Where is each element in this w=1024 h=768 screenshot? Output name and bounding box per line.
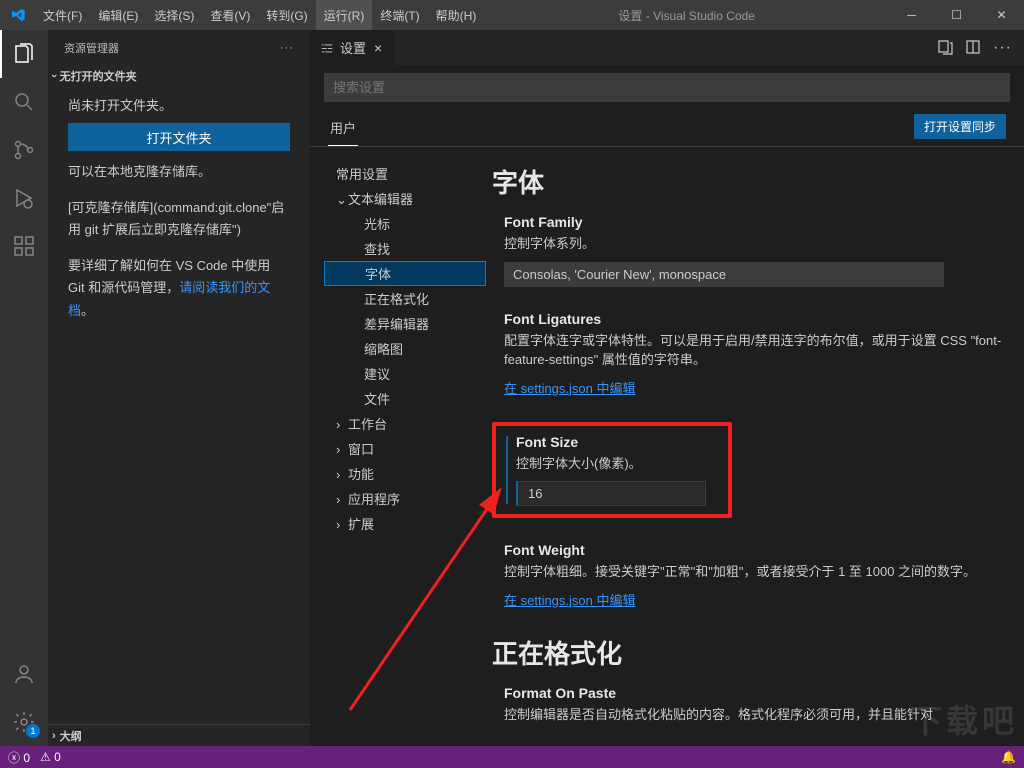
no-folder-header[interactable]: 无打开的文件夹: [48, 65, 310, 87]
status-warnings[interactable]: ⚠ 0: [40, 750, 61, 764]
menu-selection[interactable]: 选择(S): [146, 0, 202, 30]
font-size-input[interactable]: [516, 481, 706, 506]
vscode-logo-icon: [0, 7, 35, 23]
open-settings-json-icon[interactable]: [937, 39, 953, 57]
setting-title: Font Size: [516, 434, 718, 450]
setting-desc: 控制字体系列。: [504, 234, 1004, 254]
setting-desc: 控制字体粗细。接受关键字"正常"和"加粗"，或者接受介于 1 至 1000 之间…: [504, 562, 1004, 582]
menu-run[interactable]: 运行(R): [316, 0, 373, 30]
setting-desc: 配置字体连字或字体特性。可以是用于启用/禁用连字的布尔值，或用于设置 CSS "…: [504, 331, 1004, 370]
setting-title: Font Family: [504, 214, 1004, 230]
toc-workbench[interactable]: ›工作台: [324, 411, 486, 436]
settings-scope-tabs: 用户 打开设置同步: [310, 102, 1024, 147]
setting-title: Format On Paste: [504, 685, 1004, 701]
toc-cursor[interactable]: 光标: [324, 211, 486, 236]
menu-bar: 文件(F) 编辑(E) 选择(S) 查看(V) 转到(G) 运行(R) 终端(T…: [35, 0, 484, 30]
toc-find[interactable]: 查找: [324, 236, 486, 261]
minimize-button[interactable]: ─: [889, 0, 934, 30]
source-control-icon[interactable]: [0, 126, 48, 174]
setting-desc: 控制编辑器是否自动格式化粘贴的内容。格式化程序必须可用，并且能针对: [504, 705, 1004, 725]
menu-view[interactable]: 查看(V): [202, 0, 258, 30]
explorer-icon[interactable]: [0, 30, 48, 78]
settings-search: [324, 73, 1010, 102]
scope-user-tab[interactable]: 用户: [328, 112, 358, 146]
toc-extensions[interactable]: ›扩展: [324, 511, 486, 536]
toc-window[interactable]: ›窗口: [324, 436, 486, 461]
toc-font[interactable]: 字体: [324, 261, 486, 286]
setting-format-on-paste: Format On Paste 控制编辑器是否自动格式化粘贴的内容。格式化程序必…: [492, 685, 1004, 725]
menu-go[interactable]: 转到(G): [258, 0, 315, 30]
edit-in-json-link[interactable]: 在 settings.json 中编辑: [504, 593, 636, 608]
open-folder-button[interactable]: 打开文件夹: [68, 123, 290, 151]
tab-bar: 设置 × ···: [310, 30, 1024, 65]
edit-in-json-link[interactable]: 在 settings.json 中编辑: [504, 381, 636, 396]
sidebar-more-icon[interactable]: ···: [280, 42, 294, 54]
update-badge: 1: [26, 724, 40, 738]
section-font-heading: 字体: [492, 163, 1004, 200]
setting-font-ligatures: Font Ligatures 配置字体连字或字体特性。可以是用于启用/禁用连字的…: [492, 311, 1004, 398]
split-editor-icon[interactable]: [965, 39, 981, 57]
toc-common[interactable]: 常用设置: [324, 161, 486, 186]
no-folder-message: 尚未打开文件夹。: [68, 95, 290, 117]
font-family-input[interactable]: [504, 262, 944, 287]
sidebar-title: 资源管理器 ···: [48, 30, 310, 65]
toc-text-editor[interactable]: ⌄文本编辑器: [324, 186, 486, 211]
titlebar: 文件(F) 编辑(E) 选择(S) 查看(V) 转到(G) 运行(R) 终端(T…: [0, 0, 1024, 30]
run-debug-icon[interactable]: [0, 174, 48, 222]
toc-diff[interactable]: 差异编辑器: [324, 311, 486, 336]
close-button[interactable]: ✕: [979, 0, 1024, 30]
toc-formatting[interactable]: 正在格式化: [324, 286, 486, 311]
settings-tab-icon: [320, 41, 334, 55]
search-input[interactable]: [324, 73, 1010, 102]
activity-bar: 1: [0, 30, 48, 746]
tab-label: 设置: [340, 38, 366, 57]
explorer-sidebar: 资源管理器 ··· 无打开的文件夹 尚未打开文件夹。 打开文件夹 可以在本地克隆…: [48, 30, 310, 746]
notifications-icon[interactable]: 🔔: [1001, 750, 1016, 764]
toc-features[interactable]: ›功能: [324, 461, 486, 486]
editor-more-icon[interactable]: ···: [993, 39, 1012, 57]
docs-hint: 要详细了解如何在 VS Code 中使用 Git 和源代码管理，请阅读我们的文档…: [68, 255, 290, 321]
setting-font-size: Font Size 控制字体大小(像素)。: [492, 422, 732, 519]
outline-header[interactable]: 大纲: [48, 724, 310, 746]
setting-font-family: Font Family 控制字体系列。: [492, 214, 1004, 287]
extensions-icon[interactable]: [0, 222, 48, 270]
maximize-button[interactable]: ☐: [934, 0, 979, 30]
section-formatting-heading: 正在格式化: [492, 634, 1004, 671]
window-title: 设置 - Visual Studio Code: [484, 7, 889, 24]
toc-application[interactable]: ›应用程序: [324, 486, 486, 511]
clone-command-text: [可克隆存储库](command:git.clone"启用 git 扩展后立即克…: [68, 197, 290, 241]
tab-close-icon[interactable]: ×: [372, 40, 384, 56]
tab-settings[interactable]: 设置 ×: [310, 30, 395, 65]
setting-desc: 控制字体大小(像素)。: [516, 454, 718, 474]
open-settings-sync-button[interactable]: 打开设置同步: [914, 114, 1006, 139]
editor-area: 设置 × ··· 用户 打开设置同步 常用设置 ⌄文本编辑器 光标 查找 字体 …: [310, 30, 1024, 746]
accounts-icon[interactable]: [0, 650, 48, 698]
settings-gear-icon[interactable]: 1: [0, 698, 48, 746]
setting-title: Font Ligatures: [504, 311, 1004, 327]
toc-files[interactable]: 文件: [324, 386, 486, 411]
sidebar-body: 尚未打开文件夹。 打开文件夹 可以在本地克隆存储库。 [可克隆存储库](comm…: [48, 87, 310, 330]
menu-edit[interactable]: 编辑(E): [90, 0, 146, 30]
setting-font-weight: Font Weight 控制字体粗细。接受关键字"正常"和"加粗"，或者接受介于…: [492, 542, 1004, 610]
menu-help[interactable]: 帮助(H): [428, 0, 485, 30]
menu-terminal[interactable]: 终端(T): [372, 0, 427, 30]
status-bar: ⓧ 0 ⚠ 0 🔔: [0, 746, 1024, 768]
status-errors[interactable]: ⓧ 0: [8, 749, 30, 766]
settings-toc: 常用设置 ⌄文本编辑器 光标 查找 字体 正在格式化 差异编辑器 缩略图 建议 …: [310, 147, 486, 746]
setting-title: Font Weight: [504, 542, 1004, 558]
menu-file[interactable]: 文件(F): [35, 0, 90, 30]
toc-suggest[interactable]: 建议: [324, 361, 486, 386]
settings-list[interactable]: 字体 Font Family 控制字体系列。 Font Ligatures 配置…: [486, 147, 1024, 746]
window-controls: ─ ☐ ✕: [889, 0, 1024, 30]
toc-minimap[interactable]: 缩略图: [324, 336, 486, 361]
clone-hint: 可以在本地克隆存储库。: [68, 161, 290, 183]
search-icon[interactable]: [0, 78, 48, 126]
